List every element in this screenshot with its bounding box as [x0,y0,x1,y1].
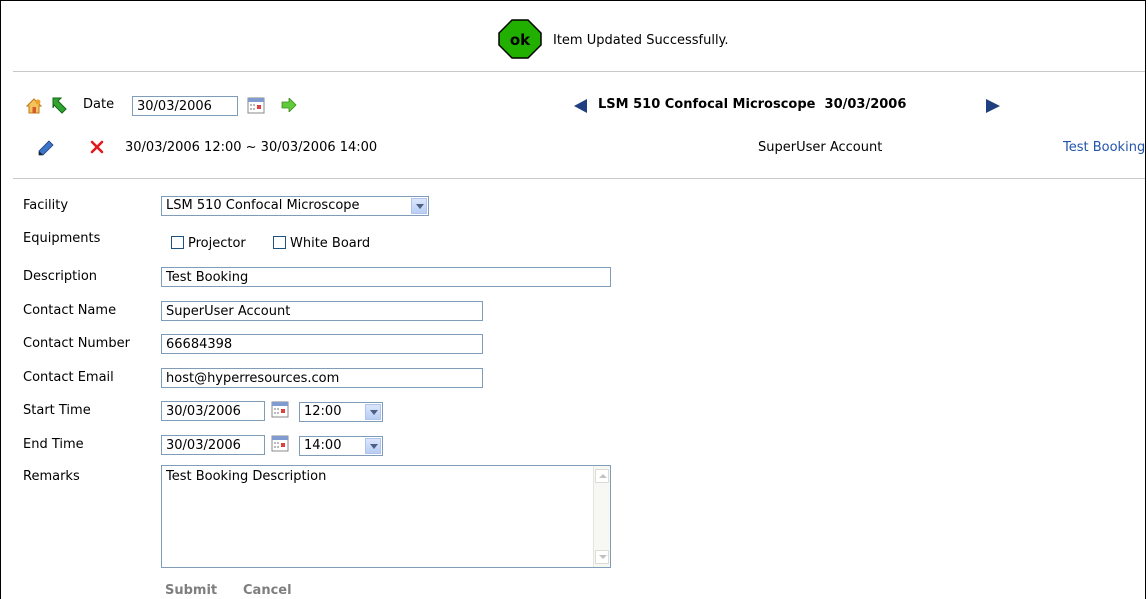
right-triangle-icon[interactable] [986,99,1000,113]
remarks-textarea[interactable]: Test Booking Description [161,465,611,568]
contact-email-input[interactable] [161,368,483,388]
start-time-label: Start Time [23,403,91,418]
home-icon[interactable] [25,97,43,115]
scroll-up-icon[interactable] [595,469,609,483]
white-board-label: White Board [290,236,371,251]
nav-title: LSM 510 Confocal Microscope 30/03/2006 [598,97,907,112]
calendar-icon[interactable] [271,435,289,452]
scroll-down-icon[interactable] [595,550,609,564]
facility-label: Facility [23,198,69,213]
start-time-value: 12:00 [304,404,342,419]
calendar-icon[interactable] [271,401,289,418]
start-time-select[interactable]: 12:00 [299,402,383,422]
calendar-icon[interactable] [247,97,265,114]
date-input[interactable] [132,96,238,116]
success-banner: ok Item Updated Successfully. [1,1,1145,71]
end-time-value: 14:00 [304,438,342,453]
chevron-down-icon[interactable] [365,404,381,420]
red-x-icon[interactable] [90,140,104,154]
ok-icon: ok [498,19,542,59]
contact-number-input[interactable] [161,334,483,354]
booking-time-range: 30/03/2006 12:00 ~ 30/03/2006 14:00 [125,140,378,155]
date-label: Date [83,97,115,112]
end-time-select[interactable]: 14:00 [299,436,383,456]
booking-page: ok Item Updated Successfully. Date LSM 5… [0,0,1146,599]
green-back-arrow-icon[interactable] [51,96,69,116]
remarks-scrollbar[interactable] [593,466,610,567]
contact-name-input[interactable] [161,301,483,321]
projector-checkbox[interactable] [171,236,184,249]
facility-select-value: LSM 510 Confocal Microscope [166,198,360,213]
divider [13,178,1145,179]
description-input[interactable] [161,267,611,287]
chevron-down-icon[interactable] [365,438,381,454]
booking-link[interactable]: Test Booking [1063,140,1145,155]
remarks-label: Remarks [23,469,80,484]
contact-name-label: Contact Name [23,303,117,318]
submit-button[interactable]: Submit [165,583,217,598]
booking-user: SuperUser Account [758,140,883,155]
projector-label: Projector [188,236,246,251]
description-label: Description [23,269,98,284]
divider [13,71,1145,72]
success-message: Item Updated Successfully. [553,33,729,48]
end-time-label: End Time [23,437,84,452]
green-forward-arrow-icon[interactable] [281,98,297,112]
end-date-input[interactable] [161,435,265,455]
cancel-button[interactable]: Cancel [243,583,292,598]
equipments-label: Equipments [23,231,101,246]
pencil-icon[interactable] [37,139,55,157]
ok-badge-text: ok [510,31,531,49]
contact-email-label: Contact Email [23,370,114,385]
start-date-input[interactable] [161,401,265,421]
remarks-text: Test Booking Description [166,469,327,484]
chevron-down-icon[interactable] [411,198,427,214]
white-board-checkbox[interactable] [273,236,286,249]
left-triangle-icon[interactable] [574,99,588,113]
facility-select[interactable]: LSM 510 Confocal Microscope [161,196,429,216]
contact-number-label: Contact Number [23,336,130,351]
